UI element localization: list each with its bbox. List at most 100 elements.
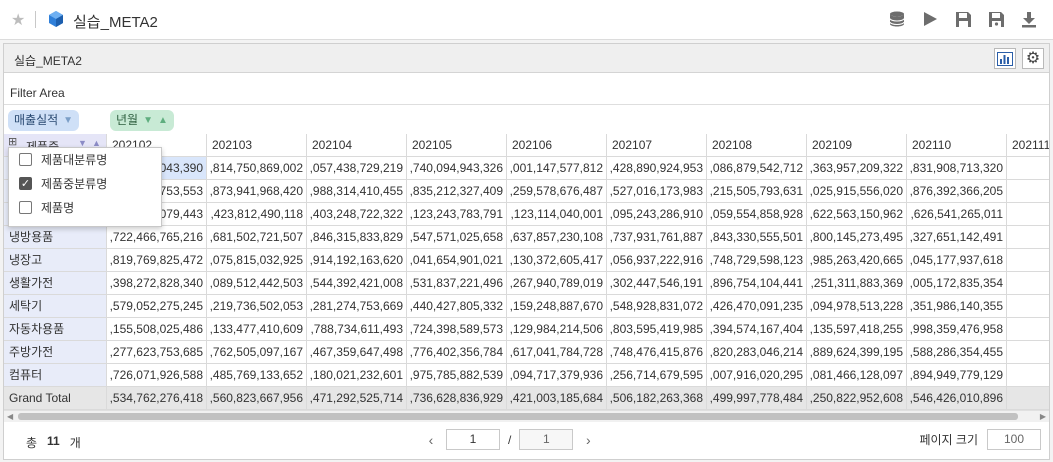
grand-total-cell[interactable]: ,421,003,185,684 [507, 387, 607, 410]
value-cell[interactable]: ,846,315,833,829 [307, 226, 407, 249]
dropdown-option[interactable]: 제품명 [19, 196, 74, 218]
value-cell[interactable]: ,259,578,676,487 [507, 180, 607, 203]
star-icon[interactable]: ★ [11, 10, 25, 30]
value-cell[interactable]: ,075,815,032,925 [207, 249, 307, 272]
column-field-pill[interactable]: 년월 ▼ ▲ [110, 110, 174, 131]
page-input[interactable]: 1 [446, 429, 500, 450]
value-cell[interactable]: ,081,466,128,097 [807, 364, 907, 387]
value-cell[interactable]: ,159,248,887,670 [507, 295, 607, 318]
horizontal-scrollbar[interactable]: ◀ ▶ [4, 410, 1049, 422]
grand-total-cell[interactable]: ,546,426,010,896 [907, 387, 1007, 410]
value-cell[interactable]: ,094,717,379,936 [507, 364, 607, 387]
column-header[interactable]: 202106 [507, 134, 607, 157]
value-cell[interactable]: ,038,77 [1007, 249, 1049, 272]
value-cell[interactable]: ,351,986,140,355 [907, 295, 1007, 318]
scroll-right-icon[interactable]: ▶ [1040, 412, 1046, 421]
grand-total-cell[interactable]: ,499,997,778,484 [707, 387, 807, 410]
settings-button[interactable]: ⚙ [1022, 48, 1044, 69]
filter-icon[interactable]: ▼ [63, 110, 73, 131]
value-cell[interactable]: ,544,392,421,008 [307, 272, 407, 295]
column-header[interactable]: 202111 [1007, 134, 1049, 157]
grand-total-cell[interactable]: ,849,48 [1007, 387, 1049, 410]
value-cell[interactable]: ,283,36 [1007, 295, 1049, 318]
value-cell[interactable]: ,975,785,882,539 [407, 364, 507, 387]
value-cell[interactable]: ,059,554,858,928 [707, 203, 807, 226]
value-cell[interactable]: ,057,438,729,219 [307, 157, 407, 180]
value-cell[interactable]: ,735,82 [1007, 203, 1049, 226]
value-cell[interactable]: ,363,957,209,322 [807, 157, 907, 180]
value-cell[interactable]: ,852,36 [1007, 226, 1049, 249]
value-cell[interactable]: ,094,978,513,228 [807, 295, 907, 318]
value-cell[interactable]: ,726,071,926,588 [107, 364, 207, 387]
play-icon[interactable] [920, 9, 940, 29]
value-cell[interactable]: ,403,248,722,322 [307, 203, 407, 226]
grand-total-cell[interactable]: ,736,628,836,929 [407, 387, 507, 410]
value-cell[interactable]: ,617,041,784,728 [507, 341, 607, 364]
grand-total-cell[interactable]: ,250,822,952,608 [807, 387, 907, 410]
value-cell[interactable]: ,776,402,356,784 [407, 341, 507, 364]
value-cell[interactable]: ,873,941,968,420 [207, 180, 307, 203]
value-cell[interactable]: ,267,940,789,019 [507, 272, 607, 295]
value-cell[interactable]: ,467,359,647,498 [307, 341, 407, 364]
save-icon[interactable] [953, 9, 973, 29]
value-cell[interactable]: ,998,359,476,958 [907, 318, 1007, 341]
value-cell[interactable]: ,215,505,793,631 [707, 180, 807, 203]
value-cell[interactable]: ,724,398,589,573 [407, 318, 507, 341]
value-cell[interactable]: ,045,177,937,618 [907, 249, 1007, 272]
value-cell[interactable]: ,133,477,410,609 [207, 318, 307, 341]
value-cell[interactable]: ,819,769,825,472 [107, 249, 207, 272]
save-as-icon[interactable] [986, 9, 1006, 29]
value-cell[interactable]: ,547,571,025,658 [407, 226, 507, 249]
page-size-input[interactable]: 100 [987, 429, 1041, 450]
value-cell[interactable]: ,041,654,901,021 [407, 249, 507, 272]
value-cell[interactable]: ,281,274,753,669 [307, 295, 407, 318]
value-cell[interactable]: ,748,729,598,123 [707, 249, 807, 272]
filter-icon[interactable]: ▼ [143, 110, 153, 131]
value-cell[interactable]: ,762,505,097,167 [207, 341, 307, 364]
value-cell[interactable]: ,681,502,721,507 [207, 226, 307, 249]
next-page-icon[interactable]: › [581, 432, 595, 448]
value-cell[interactable]: ,843,330,555,501 [707, 226, 807, 249]
value-cell[interactable]: ,129,984,214,506 [507, 318, 607, 341]
value-cell[interactable]: ,748,476,415,876 [607, 341, 707, 364]
value-cell[interactable]: ,155,508,025,486 [107, 318, 207, 341]
value-cell[interactable]: ,123,114,040,001 [507, 203, 607, 226]
value-cell[interactable]: ,558,94 [1007, 341, 1049, 364]
value-cell[interactable]: ,302,447,546,191 [607, 272, 707, 295]
value-cell[interactable]: ,130,372,605,417 [507, 249, 607, 272]
value-cell[interactable]: ,426,470,091,235 [707, 295, 807, 318]
value-cell[interactable]: ,087,41 [1007, 180, 1049, 203]
value-cell[interactable]: ,089,512,442,503 [207, 272, 307, 295]
value-cell[interactable]: ,007,916,020,295 [707, 364, 807, 387]
database-icon[interactable] [887, 9, 907, 29]
value-cell[interactable]: ,803,595,419,985 [607, 318, 707, 341]
value-cell[interactable]: ,722,466,765,216 [107, 226, 207, 249]
value-cell[interactable]: ,086,879,542,712 [707, 157, 807, 180]
value-cell[interactable]: ,277,623,753,685 [107, 341, 207, 364]
value-cell[interactable]: ,626,541,265,011 [907, 203, 1007, 226]
checkbox[interactable]: ✓ [19, 176, 32, 190]
column-header[interactable]: 202108 [707, 134, 807, 157]
dropdown-option[interactable]: 제품대분류명 [19, 148, 107, 170]
value-cell[interactable]: ,588,286,354,455 [907, 341, 1007, 364]
value-cell[interactable]: ,738,12 [1007, 318, 1049, 341]
value-cell[interactable]: ,327,651,142,491 [907, 226, 1007, 249]
value-cell[interactable]: ,180,021,232,601 [307, 364, 407, 387]
value-cell[interactable]: ,579,052,275,245 [107, 295, 207, 318]
download-icon[interactable] [1019, 9, 1039, 29]
value-cell[interactable]: ,637,857,230,108 [507, 226, 607, 249]
value-cell[interactable]: ,001,147,577,812 [507, 157, 607, 180]
value-cell[interactable]: ,005,172,835,354 [907, 272, 1007, 295]
value-cell[interactable]: ,123,243,783,791 [407, 203, 507, 226]
value-cell[interactable]: ,527,016,173,983 [607, 180, 707, 203]
checkbox[interactable] [19, 152, 32, 166]
value-cell[interactable]: ,219,736,502,053 [207, 295, 307, 318]
value-cell[interactable]: ,347,17 [1007, 364, 1049, 387]
checkbox[interactable] [19, 200, 32, 214]
value-cell[interactable]: ,788,734,611,493 [307, 318, 407, 341]
value-cell[interactable]: ,440,427,805,332 [407, 295, 507, 318]
value-cell[interactable]: ,800,145,273,495 [807, 226, 907, 249]
value-cell[interactable]: ,398,272,828,340 [107, 272, 207, 295]
value-cell[interactable]: ,820,283,046,214 [707, 341, 807, 364]
value-field-pill[interactable]: 매출실적 ▼ [8, 110, 80, 131]
